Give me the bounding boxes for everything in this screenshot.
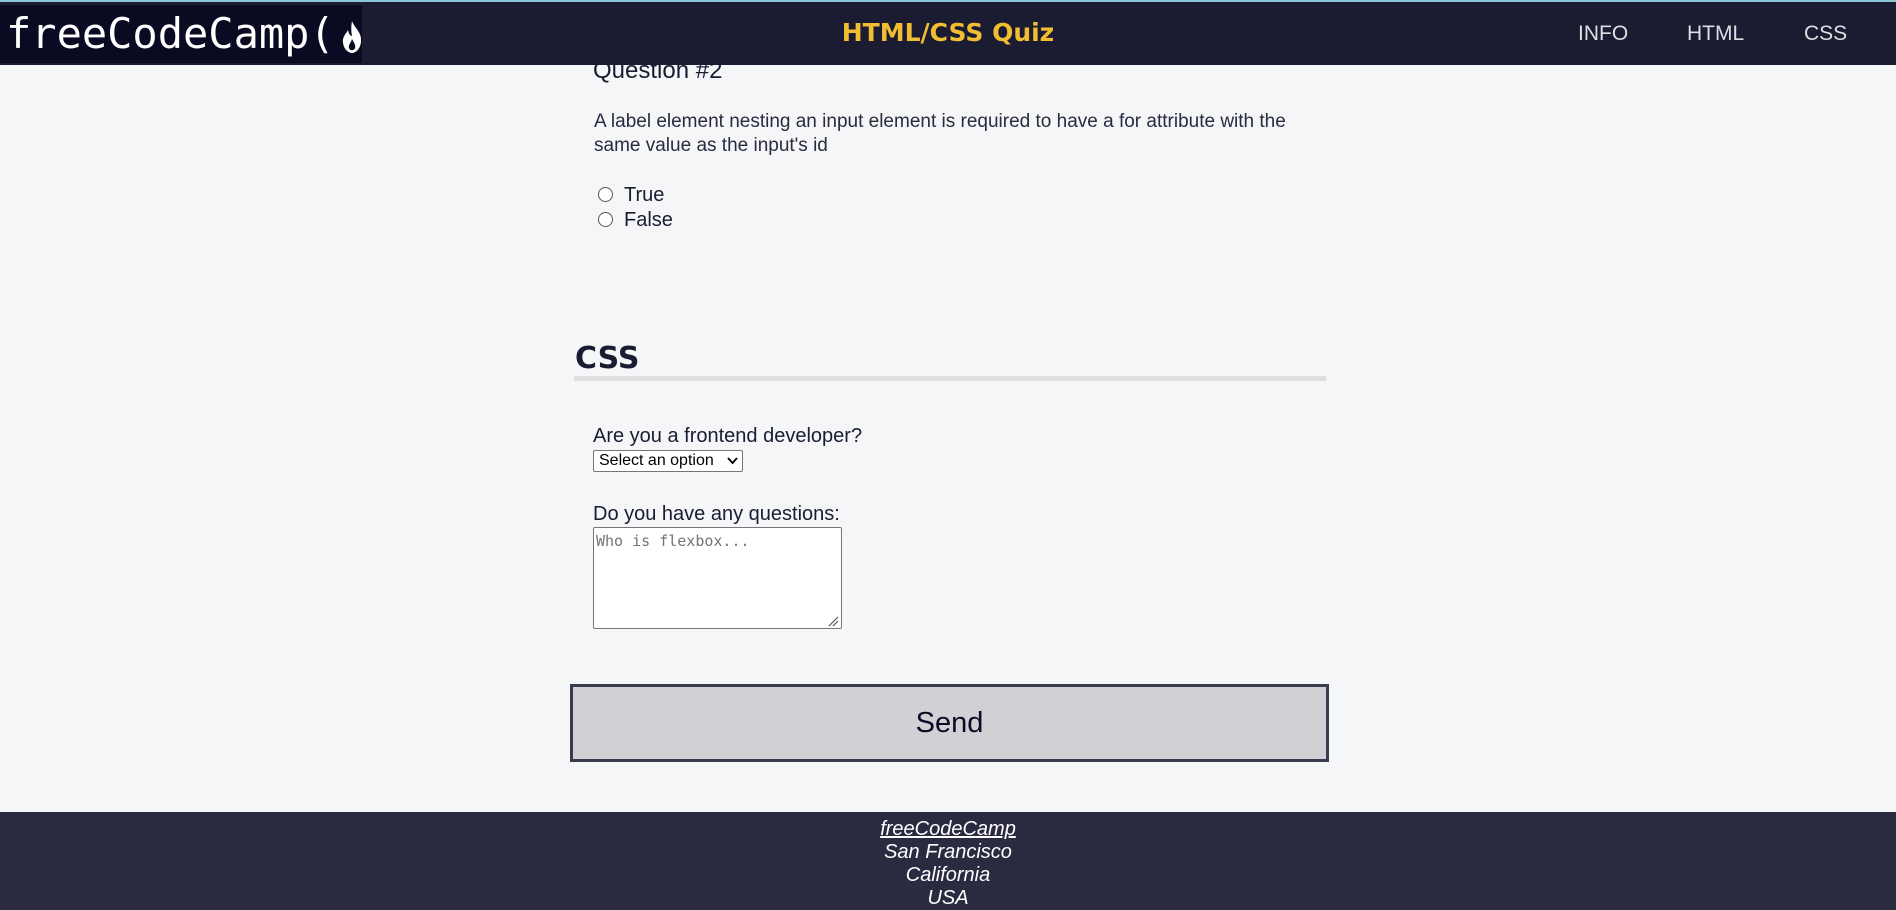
section-title-css: CSS <box>575 341 640 376</box>
site-footer: freeCodeCamp San Francisco California US… <box>0 812 1896 910</box>
option-true[interactable]: True <box>598 184 664 207</box>
questions-label: Do you have any questions: <box>593 503 840 525</box>
section-divider <box>574 376 1326 381</box>
questions-textarea[interactable] <box>593 527 842 629</box>
send-button[interactable]: Send <box>570 684 1329 762</box>
nav-link-html[interactable]: HTML <box>1687 22 1744 46</box>
freecodecamp-logo[interactable]: freeCodeCamp( ) <box>0 5 362 63</box>
footer-link-freecodecamp[interactable]: freeCodeCamp <box>880 818 1016 840</box>
chevron-down-icon <box>727 451 738 471</box>
frontend-select-value: Select an option <box>599 452 714 469</box>
footer-city: San Francisco <box>884 841 1012 863</box>
frontend-select[interactable]: Select an option <box>593 450 743 472</box>
nav-link-css[interactable]: CSS <box>1804 22 1847 46</box>
option-true-label: True <box>624 184 665 206</box>
site-header: freeCodeCamp( ) HTML/CSS Quiz INFO HTML … <box>0 0 1896 65</box>
flame-icon <box>337 14 362 54</box>
resize-handle-icon[interactable] <box>827 614 839 627</box>
question-text: A label element nesting an input element… <box>594 111 1286 156</box>
option-false-label: False <box>624 209 673 231</box>
logo-text: freeCodeCamp( <box>6 9 335 58</box>
question-title: Question #2 <box>593 57 723 84</box>
radio-true[interactable] <box>598 187 613 202</box>
frontend-question-label: Are you a frontend developer? <box>593 425 863 447</box>
nav-link-info[interactable]: INFO <box>1578 22 1628 46</box>
radio-false[interactable] <box>598 212 613 227</box>
footer-state: California <box>905 864 991 886</box>
option-false[interactable]: False <box>598 209 673 232</box>
footer-country: USA <box>927 887 969 909</box>
